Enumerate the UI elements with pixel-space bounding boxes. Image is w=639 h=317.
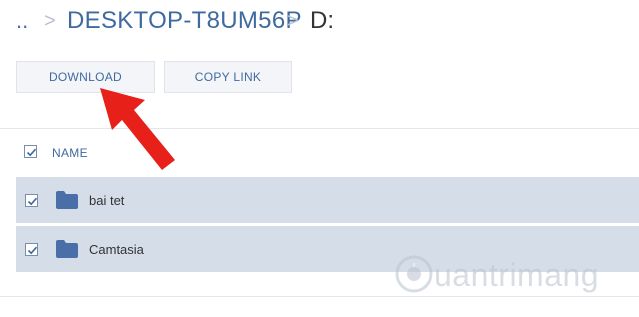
breadcrumb-separator: > (287, 10, 299, 32)
breadcrumb-parent-link[interactable]: .. (16, 8, 28, 34)
checkmark-icon (26, 148, 37, 157)
breadcrumb: .. > DESKTOP-T8UM56P > D: (0, 0, 639, 44)
table-row[interactable]: bai tet (16, 177, 639, 223)
watermark-text: uantrimang (434, 257, 600, 293)
select-all-checkbox[interactable] (24, 145, 37, 158)
annotation-arrow-icon (100, 88, 175, 170)
checkmark-icon (27, 246, 38, 255)
breadcrumb-host-link[interactable]: DESKTOP-T8UM56P (67, 7, 302, 35)
file-name[interactable]: Camtasia (89, 242, 144, 257)
breadcrumb-separator: > (44, 10, 56, 32)
name-column-header[interactable]: NAME (52, 146, 88, 160)
row-checkbox[interactable] (25, 243, 38, 256)
breadcrumb-current-drive: D: (310, 7, 334, 34)
row-checkbox[interactable] (25, 194, 38, 207)
folder-icon (56, 191, 78, 209)
watermark: uantrimang (392, 244, 622, 304)
watermark-logo-icon (395, 255, 433, 293)
folder-icon (56, 240, 78, 258)
checkmark-icon (27, 197, 38, 206)
file-name[interactable]: bai tet (89, 193, 124, 208)
